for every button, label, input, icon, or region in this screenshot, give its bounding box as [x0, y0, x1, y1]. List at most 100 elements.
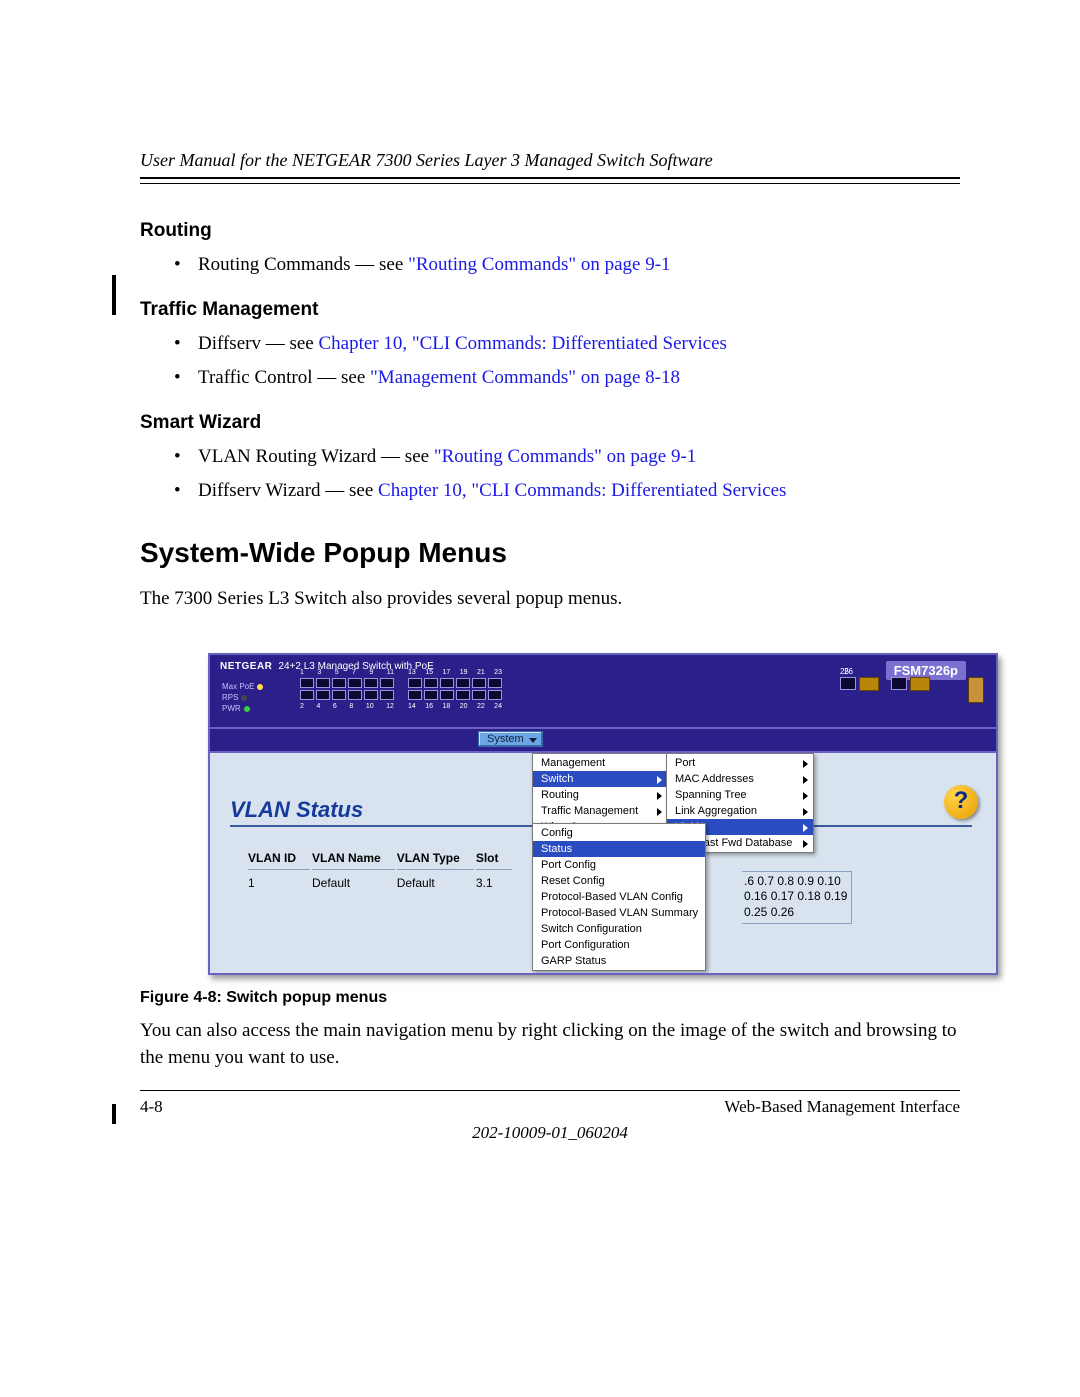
gbic-bank: 25 26 [840, 677, 930, 691]
header-rule-thin [140, 183, 960, 184]
body-paragraph: You can also access the main navigation … [140, 1017, 960, 1072]
port-number: 2 [300, 703, 304, 710]
page-title-vlan-status: VLAN Status [230, 797, 363, 823]
menu-item-config[interactable]: Config [533, 825, 705, 841]
ethernet-port-icon[interactable] [488, 690, 502, 700]
heading-system-wide-popup-menus: System-Wide Popup Menus [140, 537, 960, 569]
switch-front-panel[interactable]: NETGEAR 24+2 L3 Managed Switch with PoE … [208, 653, 998, 729]
list-item: Diffserv — see Chapter 10, "CLI Commands… [198, 329, 960, 358]
menu-item-switch-configuration[interactable]: Switch Configuration [533, 921, 705, 937]
system-menu-button[interactable]: System [478, 731, 543, 747]
table-header-row: VLAN ID VLAN Name VLAN Type Slot [248, 851, 512, 870]
gbic-module-icon [859, 677, 879, 691]
ethernet-port-icon[interactable] [424, 690, 438, 700]
menu-item-switch[interactable]: Switch [533, 771, 667, 787]
ethernet-port-icon[interactable] [300, 678, 314, 688]
partial-port-list: .6 0.7 0.8 0.9 0.10 0.16 0.17 0.18 0.19 … [742, 871, 852, 924]
list-text: VLAN Routing Wizard — see [198, 446, 434, 467]
list-item: VLAN Routing Wizard — see "Routing Comma… [198, 442, 960, 471]
ethernet-port-icon[interactable] [440, 678, 454, 688]
xref-link[interactable]: "Routing Commands" on page 9-1 [408, 254, 671, 275]
help-icon[interactable]: ? [944, 785, 978, 819]
footer-section-title: Web-Based Management Interface [724, 1097, 960, 1117]
port-number: 10 [366, 703, 374, 710]
vlan-submenu[interactable]: Config Status Port Config Reset Config P… [532, 823, 706, 971]
section-heading-routing: Routing [140, 220, 960, 242]
led-dot-icon [241, 695, 247, 701]
ethernet-port-icon[interactable] [348, 678, 362, 688]
col-vlan-type: VLAN Type [397, 851, 474, 870]
menu-item-link-aggregation[interactable]: Link Aggregation [667, 803, 813, 819]
port-number: 24 [494, 703, 502, 710]
menu-item-routing[interactable]: Routing [533, 787, 667, 803]
port-group-13-24: 13 15 17 19 21 23 14 16 [408, 669, 502, 710]
port-number: 13 [408, 669, 416, 676]
ethernet-port-icon[interactable] [472, 690, 486, 700]
page-header-title: User Manual for the NETGEAR 7300 Series … [140, 150, 960, 177]
port-number: 19 [460, 669, 468, 676]
section-heading-traffic: Traffic Management [140, 299, 960, 321]
menu-item-garp-status[interactable]: GARP Status [533, 953, 705, 969]
status-leds: Max PoE RPS PWR [222, 681, 263, 714]
ethernet-port-icon[interactable] [364, 678, 378, 688]
menu-item-management[interactable]: Management [533, 755, 667, 771]
xref-link[interactable]: "Routing Commands" on page 9-1 [434, 446, 697, 467]
console-port-icon [968, 677, 984, 703]
ethernet-port-icon[interactable] [424, 678, 438, 688]
gbic-module-icon [910, 677, 930, 691]
ethernet-port-icon[interactable] [408, 690, 422, 700]
ethernet-port-icon[interactable] [380, 678, 394, 688]
menu-item-protocol-vlan-summary[interactable]: Protocol-Based VLAN Summary [533, 905, 705, 921]
port-number: 4 [316, 703, 320, 710]
port-number: 11 [387, 669, 394, 676]
header-rule-thick [140, 177, 960, 179]
change-bar [112, 1104, 116, 1124]
menu-item-spanning-tree[interactable]: Spanning Tree [667, 787, 813, 803]
ethernet-port-icon[interactable] [316, 678, 330, 688]
port-number: 23 [494, 669, 502, 676]
xref-link[interactable]: Chapter 10, "CLI Commands: Differentiate… [378, 480, 786, 501]
section-heading-smart-wizard: Smart Wizard [140, 412, 960, 434]
port-number: 18 [442, 703, 450, 710]
vlan-status-table: VLAN ID VLAN Name VLAN Type Slot 1 Defau… [246, 849, 514, 892]
menu-item-port[interactable]: Port [667, 755, 813, 771]
port-number: 22 [477, 703, 485, 710]
ethernet-port-icon[interactable] [456, 678, 470, 688]
xref-link[interactable]: Chapter 10, "CLI Commands: Differentiate… [318, 333, 726, 354]
port-number: 15 [425, 669, 433, 676]
ethernet-port-icon[interactable] [408, 678, 422, 688]
menu-item-traffic-management[interactable]: Traffic Management [533, 803, 667, 819]
menu-item-port-configuration[interactable]: Port Configuration [533, 937, 705, 953]
ethernet-port-icon[interactable] [316, 690, 330, 700]
menu-item-port-config[interactable]: Port Config [533, 857, 705, 873]
ethernet-port-icon[interactable] [364, 690, 378, 700]
menu-item-status[interactable]: Status [533, 841, 705, 857]
port-number: 3 [317, 669, 321, 676]
menu-item-mac-addresses[interactable]: MAC Addresses [667, 771, 813, 787]
port-number: 21 [477, 669, 485, 676]
gbic-slot-25[interactable]: 25 [840, 677, 879, 691]
ethernet-port-icon[interactable] [472, 678, 486, 688]
port-number: 6 [333, 703, 337, 710]
ethernet-port-icon[interactable] [300, 690, 314, 700]
list-item: Routing Commands — see "Routing Commands… [198, 250, 960, 279]
ethernet-port-icon[interactable] [332, 690, 346, 700]
ethernet-port-icon[interactable] [380, 690, 394, 700]
menu-item-reset-config[interactable]: Reset Config [533, 873, 705, 889]
manual-page: User Manual for the NETGEAR 7300 Series … [0, 0, 1080, 1397]
smart-wizard-list: VLAN Routing Wizard — see "Routing Comma… [140, 442, 960, 505]
port-number: 16 [425, 703, 433, 710]
col-vlan-name: VLAN Name [312, 851, 395, 870]
ethernet-port-icon[interactable] [456, 690, 470, 700]
ethernet-port-icon[interactable] [348, 690, 362, 700]
gbic-port-icon [840, 677, 856, 690]
port-list-line: .6 0.7 0.8 0.9 0.10 [744, 874, 847, 890]
menu-item-protocol-vlan-config[interactable]: Protocol-Based VLAN Config [533, 889, 705, 905]
footer-row: 4-8 Web-Based Management Interface [140, 1097, 960, 1117]
ethernet-port-icon[interactable] [440, 690, 454, 700]
led-label-rps: RPS [222, 693, 238, 702]
gbic-slot-26[interactable]: 26 [891, 677, 930, 691]
xref-link[interactable]: "Management Commands" on page 8-18 [370, 367, 680, 388]
ethernet-port-icon[interactable] [332, 678, 346, 688]
ethernet-port-icon[interactable] [488, 678, 502, 688]
